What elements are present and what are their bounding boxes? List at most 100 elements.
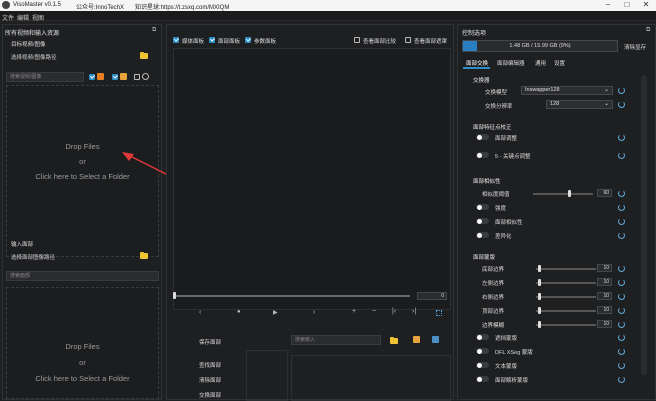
media-panel-label: 媒体面板 bbox=[182, 39, 205, 45]
border-top-thumb[interactable] bbox=[538, 307, 541, 314]
chevron-down-icon: ⌄ bbox=[603, 101, 609, 107]
border-right-thumb[interactable] bbox=[538, 293, 541, 300]
remove-marker-button[interactable]: − bbox=[372, 308, 376, 315]
similarity-value[interactable]: 60 bbox=[597, 189, 612, 197]
save-embed-icon[interactable] bbox=[413, 336, 420, 343]
border-left-track[interactable] bbox=[536, 282, 596, 284]
param-panel-label: 参数面板 bbox=[254, 39, 277, 45]
face-adjust-toggle[interactable] bbox=[476, 134, 489, 140]
border-blur-value[interactable]: 10 bbox=[597, 320, 612, 328]
reset-icon[interactable] bbox=[618, 321, 625, 328]
parse-mask-toggle[interactable] bbox=[476, 376, 489, 382]
keypoint-adjust-toggle[interactable] bbox=[476, 152, 489, 158]
border-top-label: 顶部边界 bbox=[482, 309, 505, 315]
similarity-slider-track[interactable] bbox=[533, 193, 593, 195]
restorer-title: 面部特征点校正 bbox=[473, 125, 512, 131]
video-viewer[interactable] bbox=[173, 48, 451, 310]
reset-icon[interactable] bbox=[618, 101, 625, 108]
media-panel-checkbox[interactable] bbox=[173, 37, 179, 43]
similarity-title: 面部相似性 bbox=[473, 179, 501, 185]
play-button[interactable]: ▶ bbox=[273, 309, 278, 316]
add-marker-button[interactable]: + bbox=[352, 308, 356, 315]
face-mask-checkbox[interactable] bbox=[405, 37, 411, 43]
swap-faces-button[interactable]: 交换面部 bbox=[199, 391, 221, 399]
center-panel: 媒体面板 面部面板 参数面板 查看面部比较 查看面部遮罩 0 ‹ ● ▶ › +… bbox=[166, 24, 454, 401]
timeline-thumb[interactable] bbox=[173, 292, 176, 299]
record-button[interactable]: ● bbox=[237, 309, 241, 315]
face-panel-checkbox[interactable] bbox=[209, 37, 215, 43]
tab-face-swap[interactable]: 面部交换 bbox=[466, 59, 488, 67]
next-frame-button[interactable]: › bbox=[313, 309, 315, 316]
face-panel-label: 面部面板 bbox=[218, 39, 241, 45]
faces-thumbnail-area bbox=[246, 350, 288, 401]
reset-icon[interactable] bbox=[618, 265, 625, 272]
face-similarity-toggle[interactable] bbox=[476, 218, 489, 224]
swapper-title: 交换器 bbox=[473, 78, 490, 84]
reset-icon[interactable] bbox=[618, 362, 625, 369]
border-blur-track[interactable] bbox=[536, 324, 596, 326]
reset-icon[interactable] bbox=[618, 279, 625, 286]
vram-usage-text: 1.48 GB / 15.99 GB (9%) bbox=[509, 43, 571, 49]
reset-icon[interactable] bbox=[618, 218, 625, 225]
swap-resolution-value: 128 bbox=[550, 101, 560, 107]
reset-icon[interactable] bbox=[618, 334, 625, 341]
xseg-mask-label: DFL XSeg 蒙版 bbox=[495, 350, 533, 356]
reset-icon[interactable] bbox=[618, 307, 625, 314]
embedding-search-input[interactable]: 搜索嵌入 bbox=[291, 335, 381, 345]
border-bottom-value[interactable]: 10 bbox=[597, 264, 612, 272]
save-faces-label: 保存面部 bbox=[199, 340, 222, 346]
chevron-down-icon: ⌄ bbox=[603, 87, 609, 93]
border-left-value[interactable]: 10 bbox=[597, 278, 612, 286]
keypoint-adjust-label: 5 - 关键点调整 bbox=[495, 154, 531, 160]
border-top-value[interactable]: 10 bbox=[597, 306, 612, 314]
occlusion-mask-toggle[interactable] bbox=[476, 334, 489, 340]
find-faces-button[interactable]: 查找面部 bbox=[199, 361, 221, 369]
face-compare-checkbox[interactable] bbox=[354, 37, 360, 43]
border-left-thumb[interactable] bbox=[538, 279, 541, 286]
tab-settings[interactable]: 设置 bbox=[554, 59, 565, 67]
xseg-mask-toggle[interactable] bbox=[476, 348, 489, 354]
similarity-slider-thumb[interactable] bbox=[568, 190, 571, 197]
swap-model-label: 交换模型 bbox=[485, 90, 508, 96]
reset-icon[interactable] bbox=[618, 134, 625, 141]
strength-toggle[interactable] bbox=[476, 204, 489, 210]
next-marker-button[interactable]: ›| bbox=[412, 308, 416, 315]
reset-icon[interactable] bbox=[618, 293, 625, 300]
border-top-track[interactable] bbox=[536, 310, 596, 312]
text-mask-toggle[interactable] bbox=[476, 362, 489, 368]
border-blur-label: 边界模糊 bbox=[482, 323, 505, 329]
save-as-embed-icon[interactable] bbox=[432, 336, 439, 343]
right-scrollbar[interactable] bbox=[641, 75, 647, 375]
border-right-value[interactable]: 10 bbox=[597, 292, 612, 300]
reset-icon[interactable] bbox=[618, 87, 625, 94]
border-right-track[interactable] bbox=[536, 296, 596, 298]
prev-marker-button[interactable]: |‹ bbox=[392, 308, 396, 315]
reset-icon[interactable] bbox=[618, 376, 625, 383]
differencing-label: 差异化 bbox=[495, 234, 512, 240]
border-bottom-thumb[interactable] bbox=[538, 265, 541, 272]
swap-resolution-dropdown[interactable]: 128 ⌄ bbox=[546, 100, 613, 109]
occlusion-mask-label: 遮挡蒙版 bbox=[495, 336, 518, 342]
open-embed-folder-icon[interactable] bbox=[390, 336, 398, 344]
border-bottom-track[interactable] bbox=[536, 268, 596, 270]
reset-icon[interactable] bbox=[618, 152, 625, 159]
frame-number-input[interactable]: 0 bbox=[417, 292, 447, 300]
reset-icon[interactable] bbox=[618, 348, 625, 355]
border-blur-thumb[interactable] bbox=[538, 321, 541, 328]
parse-mask-label: 面部解析蒙版 bbox=[495, 378, 529, 384]
reset-icon[interactable] bbox=[618, 232, 625, 239]
view-mode-icon[interactable] bbox=[436, 310, 442, 316]
tab-common[interactable]: 通用 bbox=[535, 59, 546, 67]
timeline-track[interactable] bbox=[174, 295, 410, 297]
reset-icon[interactable] bbox=[618, 204, 625, 211]
float-icon-right[interactable]: ⧉ bbox=[646, 27, 650, 34]
reset-icon[interactable] bbox=[618, 190, 625, 197]
swap-model-dropdown[interactable]: Inswapper128 ⌄ bbox=[521, 86, 613, 95]
vram-progress-bar: 1.48 GB / 15.99 GB (9%) bbox=[462, 40, 618, 52]
differencing-toggle[interactable] bbox=[476, 232, 489, 238]
tab-face-editor[interactable]: 面部编辑器 bbox=[497, 59, 525, 67]
clear-faces-button[interactable]: 清除面部 bbox=[199, 376, 221, 384]
param-panel-checkbox[interactable] bbox=[245, 37, 251, 43]
clear-vram-button[interactable]: 清除显存 bbox=[624, 43, 646, 51]
prev-frame-button[interactable]: ‹ bbox=[199, 309, 201, 316]
